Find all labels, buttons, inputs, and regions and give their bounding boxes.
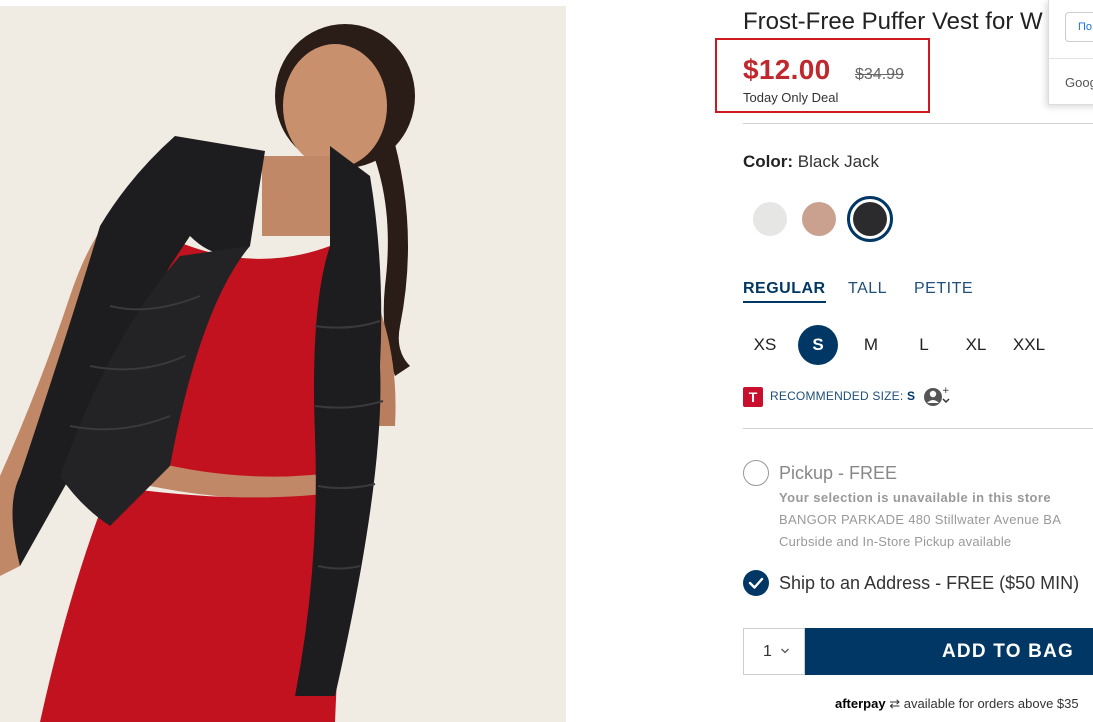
size-xs[interactable]: XS [745,325,785,365]
afterpay-icon: ⇄ [889,696,901,711]
ship-checkbox[interactable] [743,570,769,596]
quantity-value: 1 [763,643,772,660]
browser-popup: По Goog [1048,0,1093,105]
size-s[interactable]: S [798,325,838,365]
quantity-select[interactable]: 1 [743,628,805,675]
avatar-plus: + [942,386,950,396]
pickup-radio[interactable] [743,460,769,486]
divider [743,123,1093,124]
tab-petite[interactable]: PETITE [914,280,973,298]
recommended-size-label: RECOMMENDED SIZE: [770,389,904,403]
color-selected-name: Black Jack [797,152,880,171]
true-fit-badge-icon: T [743,387,763,407]
swatch-black-jack[interactable] [847,196,893,242]
tab-tall[interactable]: TALL [848,280,887,298]
size-m[interactable]: M [851,325,891,365]
size-xl[interactable]: XL [956,325,996,365]
popup-footer-text: Goog [1065,75,1093,90]
model-illustration [0,6,566,722]
recommended-size[interactable]: RECOMMENDED SIZE: S [770,389,915,403]
swatch-white[interactable] [753,202,787,236]
pickup-note: Curbside and In-Store Pickup available [779,534,1012,549]
chevron-down-icon [781,648,789,654]
product-image [0,6,566,722]
popup-divider [1049,58,1093,59]
deal-label: Today Only Deal [743,90,839,105]
add-to-bag-button[interactable]: ADD TO BAG [805,628,1093,675]
color-label-row: Color: Black Jack [743,152,879,172]
popup-button[interactable]: По [1065,12,1093,42]
size-l[interactable]: L [904,325,944,365]
chevron-down-icon [942,398,950,404]
profile-avatar-icon[interactable]: + [923,386,950,406]
product-details-panel: Frost-Free Puffer Vest for W $12.00 $34.… [715,0,1093,722]
afterpay-message: afterpay ⇄ available for orders above $3… [835,696,1079,712]
ship-label[interactable]: Ship to an Address - FREE ($50 MIN) [779,573,1079,594]
pickup-unavailable-message: Your selection is unavailable in this st… [779,490,1051,505]
divider [743,428,1093,429]
checkmark-icon [748,577,764,589]
tab-regular[interactable]: REGULAR [743,280,826,303]
recommended-size-value: S [906,389,916,403]
pickup-label[interactable]: Pickup - FREE [779,463,897,484]
afterpay-logo: afterpay [835,696,886,711]
pickup-store-address: BANGOR PARKADE 480 Stillwater Avenue BA [779,512,1062,527]
size-xxl[interactable]: XXL [1009,325,1049,365]
original-price: $34.99 [855,66,904,83]
afterpay-text: available for orders above $35 [903,696,1079,711]
color-label: Color: [743,152,794,171]
product-title: Frost-Free Puffer Vest for W [743,8,1043,35]
sale-price: $12.00 [743,54,831,85]
swatch-blush[interactable] [802,202,836,236]
